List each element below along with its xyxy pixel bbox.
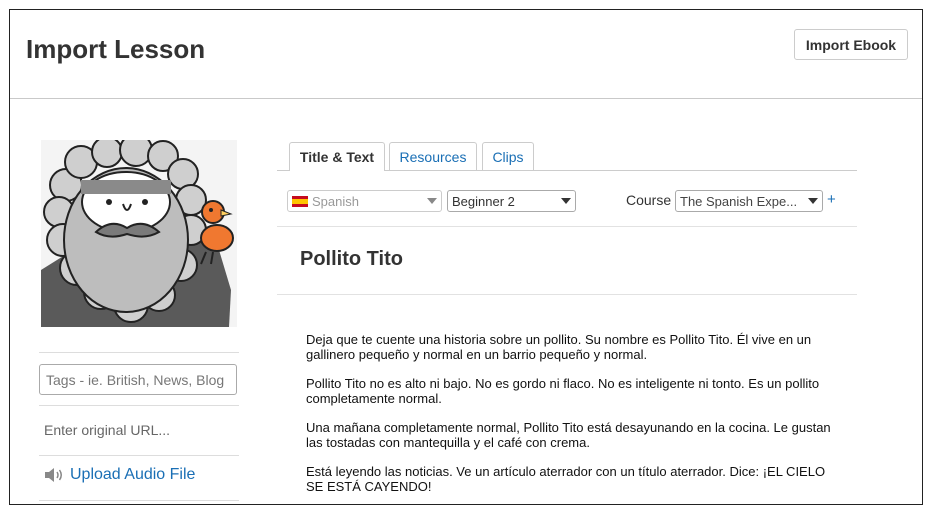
lesson-image[interactable] xyxy=(41,140,237,327)
divider xyxy=(39,455,239,456)
divider xyxy=(39,352,239,353)
page-title: Import Lesson xyxy=(26,34,206,64)
chevron-down-icon xyxy=(808,198,818,204)
bearded-man-illustration xyxy=(41,140,237,327)
import-lesson-panel: Import Lesson Import Ebook Tags - ie. Br… xyxy=(9,9,923,505)
level-value: Beginner 2 xyxy=(452,193,515,209)
level-select[interactable]: Beginner 2 xyxy=(447,190,576,212)
divider xyxy=(277,294,857,295)
chevron-down-icon xyxy=(561,198,571,204)
chevron-down-icon xyxy=(427,198,437,204)
spain-flag-icon xyxy=(292,195,308,207)
lesson-tabs: Title & Text Resources Clips xyxy=(277,141,857,171)
lesson-paragraph: Una mañana completamente normal, Pollito… xyxy=(306,420,831,450)
divider xyxy=(39,405,239,406)
header: Import Lesson Import Ebook xyxy=(10,10,922,99)
tab-title-text[interactable]: Title & Text xyxy=(289,142,385,171)
divider xyxy=(39,500,239,501)
tab-clips[interactable]: Clips xyxy=(482,142,534,170)
lesson-paragraph: Está leyendo las noticias. Ve un artícul… xyxy=(306,464,826,494)
lesson-title[interactable]: Pollito Tito xyxy=(300,248,403,271)
lesson-paragraph: Deja que te cuente una historia sobre un… xyxy=(306,332,812,362)
original-url-input[interactable] xyxy=(39,418,237,442)
upload-audio-label: Upload Audio File xyxy=(70,466,196,483)
tab-resources[interactable]: Resources xyxy=(389,142,477,170)
tags-input[interactable] xyxy=(39,364,237,395)
course-select[interactable]: The Spanish Expe... xyxy=(675,190,823,212)
lesson-text[interactable]: Deja que te cuente una historia sobre un… xyxy=(306,332,846,504)
speaker-icon xyxy=(45,468,62,482)
course-label: Course xyxy=(626,192,672,208)
upload-audio-link[interactable]: Upload Audio File xyxy=(44,466,195,484)
language-select[interactable]: Spanish xyxy=(287,190,442,212)
import-ebook-button[interactable]: Import Ebook xyxy=(794,29,908,60)
lesson-paragraph: Pollito Tito no es alto ni bajo. No es g… xyxy=(306,376,820,406)
divider xyxy=(277,226,857,227)
language-value: Spanish xyxy=(312,193,359,209)
course-value: The Spanish Expe... xyxy=(680,193,798,209)
add-course-button[interactable]: + xyxy=(827,191,836,208)
